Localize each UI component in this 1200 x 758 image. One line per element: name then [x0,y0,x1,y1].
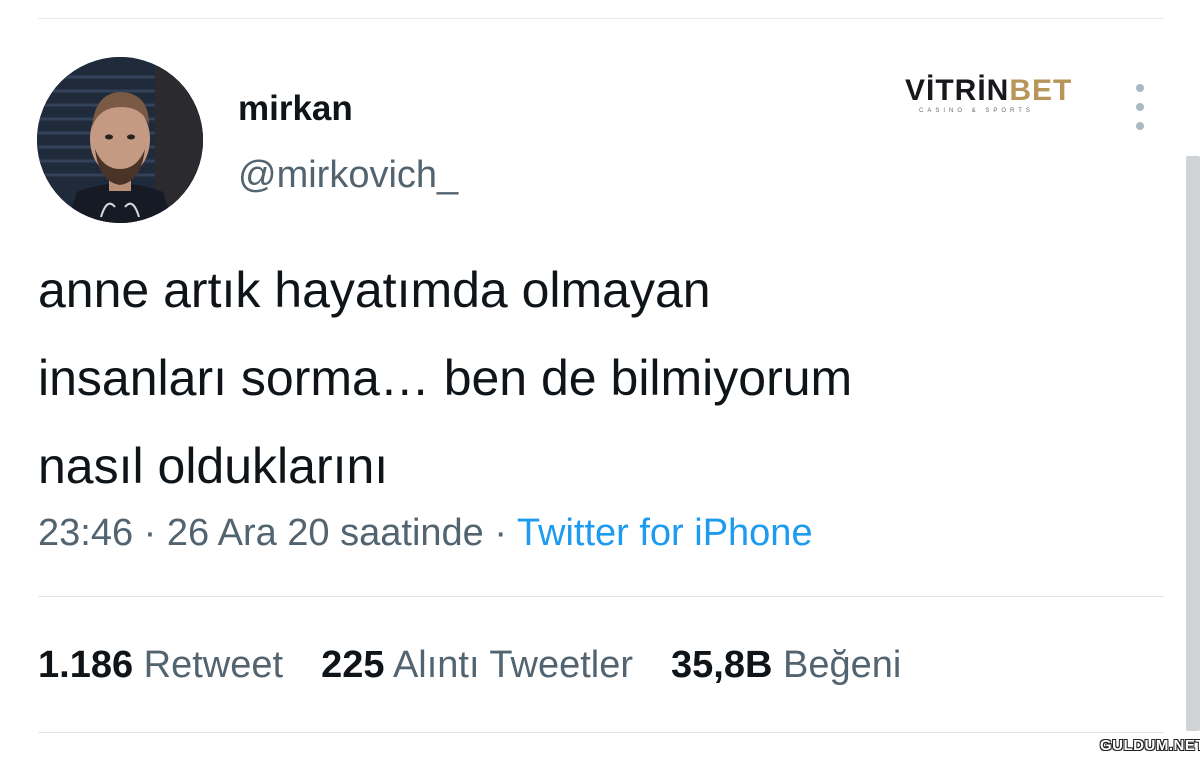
brand-logo-watermark: VİTRİNBET CASINO & SPORTS [905,74,1072,118]
tweet-source-link[interactable]: Twitter for iPhone [517,512,813,554]
more-vertical-icon[interactable] [1125,84,1155,130]
quote-tweet-count[interactable]: 225 Alıntı Tweetler [321,642,633,688]
tweet-stats: 1.186 Retweet 225 Alıntı Tweetler 35,8B … [38,642,939,688]
site-watermark: GULDUM.NET [1100,737,1200,754]
stats-top-divider [38,596,1164,597]
meta-separator: · [483,512,517,554]
meta-separator: · [133,512,167,554]
tweet-screenshot: mirkan @mirkovich_ VİTRİNBET CASINO & SP… [0,0,1200,758]
tweet-text-line: nasıl olduklarını [38,438,389,494]
more-dot [1136,122,1144,130]
brand-logo-text-part2: BET [1009,74,1073,107]
brand-logo-text: VİTRİNBET [905,74,1072,108]
stat-label: Beğeni [783,644,902,686]
tweet-text-line: anne artık hayatımda olmayan [38,262,711,318]
tweet-meta: 23:46 · 26 Ara 20 saatinde · Twitter for… [38,510,813,556]
scrollbar[interactable] [1186,156,1200,731]
stat-label: Alıntı Tweetler [392,644,634,686]
top-divider [38,18,1164,19]
stat-label: Retweet [143,644,284,686]
brand-logo-tagline: CASINO & SPORTS [919,108,1034,114]
user-handle[interactable]: @mirkovich_ [238,152,458,198]
avatar-photo [37,57,203,223]
tweet-text: anne artık hayatımda olmayan insanları s… [38,246,1148,510]
tweet-date[interactable]: 26 Ara 20 saatinde [167,512,484,554]
retweet-count[interactable]: 1.186 Retweet [38,642,283,688]
stat-number: 35,8B [671,644,773,686]
display-name[interactable]: mirkan [238,87,353,131]
stats-bottom-divider [38,732,1164,733]
tweet-text-line: insanları sorma… ben de bilmiyorum [38,350,853,406]
stat-number: 1.186 [38,644,134,686]
more-dot [1136,84,1144,92]
more-dot [1136,103,1144,111]
like-count[interactable]: 35,8B Beğeni [671,642,901,688]
stat-number: 225 [321,644,385,686]
tweet-time[interactable]: 23:46 [38,512,133,554]
avatar[interactable] [37,57,203,223]
brand-logo-text-part1: VİTRİN [905,74,1010,107]
